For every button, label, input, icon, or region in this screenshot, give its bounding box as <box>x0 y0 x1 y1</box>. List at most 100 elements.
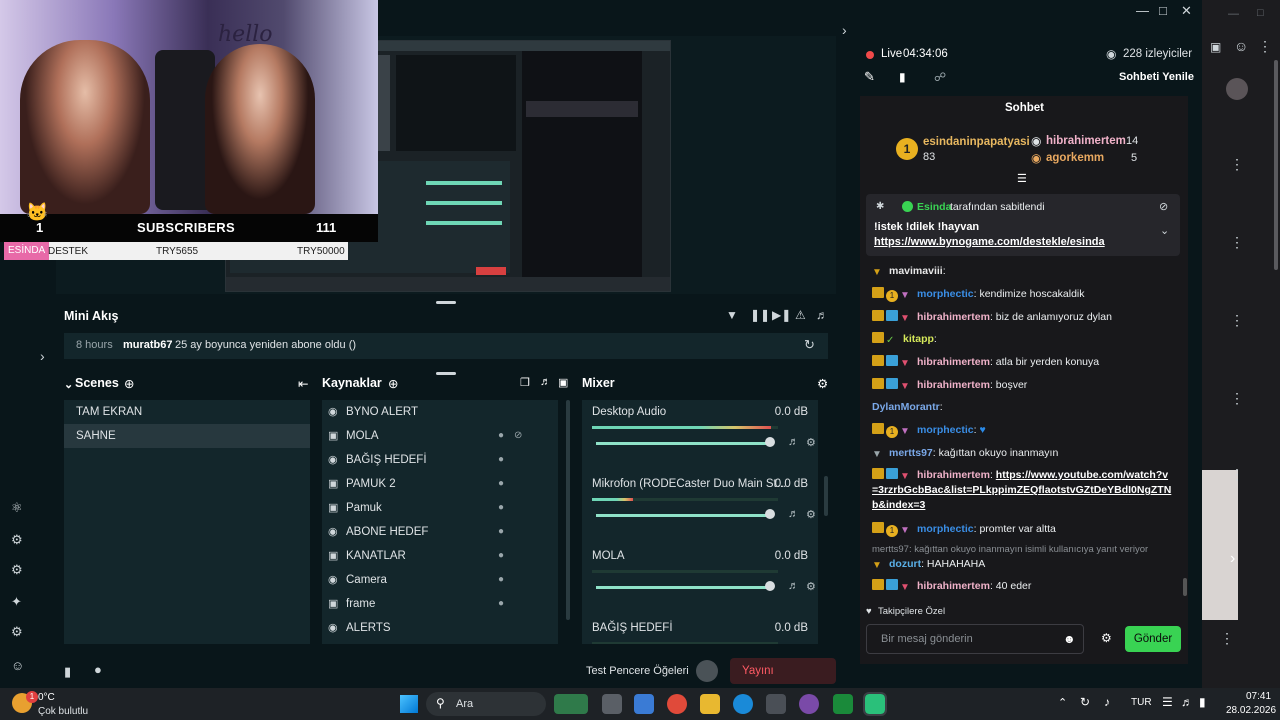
chrome-icon[interactable] <box>667 694 687 714</box>
pinned-link[interactable]: https://www.bynogame.com/destekle/esinda <box>874 236 1105 248</box>
chat-username[interactable]: morphectic <box>917 288 974 300</box>
lock-icon[interactable]: ● <box>498 496 504 520</box>
chat-settings-icon[interactable]: ⚙ <box>1101 631 1112 645</box>
edit-icon[interactable]: ✎ <box>864 69 875 85</box>
highlighter-icon[interactable]: ⚙ <box>11 562 23 578</box>
test-widgets-label[interactable]: Test Pencere Öğeleri <box>586 665 689 677</box>
sources-scrollbar[interactable] <box>566 400 570 620</box>
wifi-icon[interactable]: ☰ <box>1162 695 1173 709</box>
tray-chevron-icon[interactable]: ⌃ <box>1058 696 1067 709</box>
skip-icon[interactable]: ▶❚ <box>772 308 791 322</box>
scene-item[interactable]: TAM EKRAN <box>64 400 310 424</box>
pause-icon[interactable]: ❚❚ <box>750 308 770 322</box>
source-item[interactable]: ▣ MOLA ● ⊘ <box>322 424 558 448</box>
settings-icon[interactable]: ⚙ <box>11 624 23 640</box>
battery-icon[interactable]: ▮ <box>1199 695 1206 709</box>
channel-settings-icon[interactable]: ⚙ <box>806 580 816 593</box>
chat-username[interactable]: hibrahimertem <box>917 379 990 391</box>
sync-icon[interactable]: ↻ <box>1080 695 1090 709</box>
volume-icon[interactable]: ♬ <box>1181 695 1193 709</box>
add-source-icon[interactable]: ⊕ <box>388 376 398 394</box>
task-view-icon[interactable] <box>602 694 622 714</box>
chat-username[interactable]: hibrahimertem <box>917 356 990 368</box>
share-icon[interactable]: ☍ <box>934 70 946 84</box>
volume-slider-knob[interactable] <box>765 581 776 591</box>
source-item[interactable]: ◉ BYNO ALERT <box>322 400 558 424</box>
streamlabs-icon[interactable] <box>863 692 887 716</box>
stats-icon[interactable]: ▮ <box>64 664 71 680</box>
hidden-eye-icon[interactable]: ⊘ <box>514 424 522 448</box>
collapse-chat-chevron-icon[interactable]: › <box>842 22 847 38</box>
close-icon[interactable]: ✕ <box>1181 3 1192 19</box>
clock-time[interactable]: 07:41 <box>1246 691 1271 702</box>
app-icon[interactable] <box>799 694 819 714</box>
filter-icon[interactable]: ▼ <box>726 308 738 322</box>
channel-settings-icon[interactable]: ⚙ <box>806 508 816 521</box>
mic-icon[interactable]: ♪ <box>1104 695 1110 709</box>
chat-username[interactable]: mavimaviii <box>889 265 943 277</box>
clip-icon[interactable]: ▮ <box>899 70 906 84</box>
source-item[interactable]: ▣ Pamuk ● <box>322 496 558 520</box>
chat-scrollbar[interactable] <box>1183 578 1187 596</box>
pinned-expand-icon[interactable]: ⌄ <box>1160 224 1169 237</box>
end-stream-button[interactable]: Yayını Sonlandır <box>730 658 836 703</box>
volume-slider[interactable] <box>596 514 774 517</box>
mute-icon[interactable]: ♬ <box>788 580 799 592</box>
xbox-icon[interactable] <box>833 694 853 714</box>
refresh-chat-button[interactable]: Sohbeti Yenile <box>1119 71 1194 83</box>
minimize-icon[interactable]: — <box>1136 3 1149 18</box>
source-select-icon[interactable]: ❐ <box>520 376 530 394</box>
chat-username[interactable]: mertts97 <box>889 447 933 459</box>
start-icon[interactable] <box>400 695 418 713</box>
lock-icon[interactable]: ● <box>498 424 504 448</box>
sparkle-icon[interactable]: ✦ <box>11 594 22 610</box>
chat-username[interactable]: DylanMorantr <box>872 401 940 413</box>
lock-icon[interactable]: ● <box>498 544 504 568</box>
mute-icon[interactable]: ♬ <box>788 508 799 520</box>
source-mic-icon[interactable]: ♬ <box>540 376 551 394</box>
copilot-icon[interactable] <box>634 694 654 714</box>
themes-icon[interactable]: ⚛ <box>11 500 23 516</box>
chat-username[interactable]: hibrahimertem <box>917 469 990 481</box>
mixer-scrollbar[interactable] <box>824 476 828 516</box>
channel-settings-icon[interactable]: ⚙ <box>806 436 816 449</box>
source-item[interactable]: ◉ Camera ● <box>322 568 558 592</box>
lock-icon[interactable]: ● <box>498 448 504 472</box>
chat-username[interactable]: kitapp <box>903 333 934 345</box>
chat-username[interactable]: hibrahimertem <box>917 311 990 323</box>
source-item[interactable]: ◉ ABONE HEDEF ● <box>322 520 558 544</box>
scene-transition-icon[interactable]: ⇤ <box>298 376 308 394</box>
lock-icon[interactable]: ● <box>498 592 504 616</box>
send-button[interactable]: Gönder <box>1125 626 1181 652</box>
source-item[interactable]: ◉ ALERTS <box>322 616 558 640</box>
volume-slider-knob[interactable] <box>765 437 776 447</box>
scenes-collapse-icon[interactable]: ⌄ <box>64 378 73 396</box>
source-item[interactable]: ▣ PAMUK 2 ● <box>322 472 558 496</box>
mute-alerts-icon[interactable]: ⚠ <box>795 308 806 322</box>
clock-date[interactable]: 28.02.2026 <box>1226 705 1276 716</box>
volume-icon[interactable]: ♬ <box>816 308 828 322</box>
resize-handle-2[interactable] <box>436 372 456 375</box>
source-item[interactable]: ▣ KANATLAR ● <box>322 544 558 568</box>
chat-username[interactable]: morphectic <box>917 424 974 436</box>
taskbar-search[interactable]: ⚲ Ara <box>426 692 546 716</box>
source-item[interactable]: ▣ frame ● <box>322 592 558 616</box>
volume-slider-knob[interactable] <box>765 509 776 519</box>
chat-username[interactable]: morphectic <box>917 523 974 535</box>
volume-slider[interactable] <box>596 586 774 589</box>
mixer-settings-icon[interactable]: ⚙ <box>817 376 828 394</box>
lock-icon[interactable]: ● <box>498 568 504 592</box>
lock-icon[interactable]: ● <box>498 472 504 496</box>
expand-chevron-icon[interactable]: › <box>40 348 45 364</box>
chat-username[interactable]: dozurt <box>889 558 921 570</box>
chat-input[interactable]: Bir mesaj gönderin ☻ <box>866 624 1084 654</box>
emoji-icon[interactable]: ☻ <box>1063 632 1076 646</box>
volume-slider[interactable] <box>596 442 774 445</box>
apps-icon[interactable]: ⚙ <box>11 532 23 548</box>
add-scene-icon[interactable]: ⊕ <box>124 376 134 394</box>
source-folder-icon[interactable]: ▣ <box>558 376 568 394</box>
widget-icon[interactable] <box>554 694 588 714</box>
source-item[interactable]: ◉ BAĞIŞ HEDEFİ ● <box>322 448 558 472</box>
unpin-icon[interactable]: ⊘ <box>1159 200 1168 213</box>
store-icon[interactable] <box>766 694 786 714</box>
